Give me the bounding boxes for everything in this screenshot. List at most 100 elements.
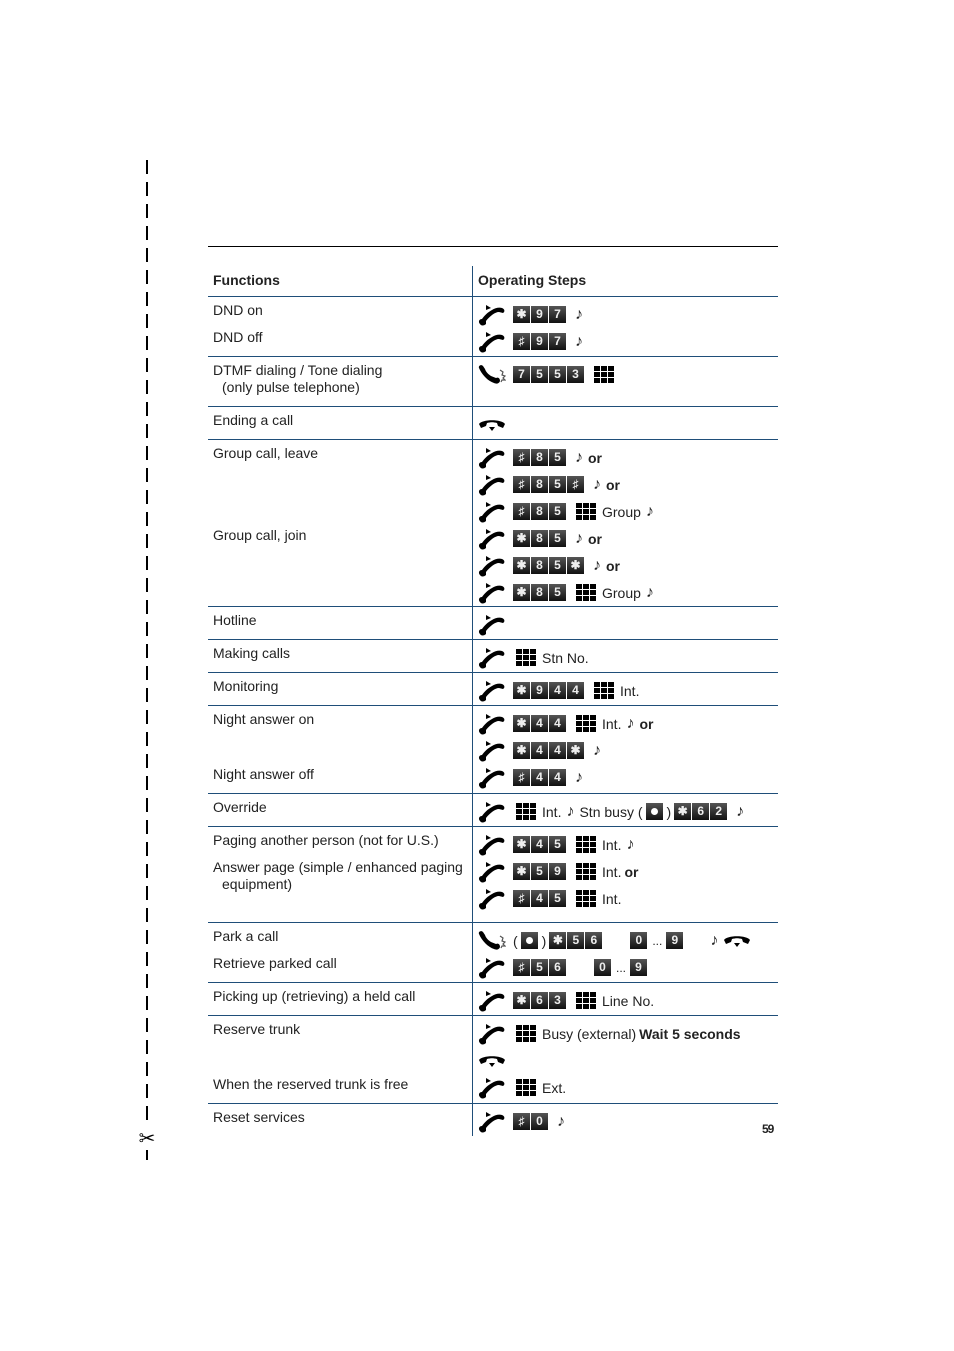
or-label: or [624,863,639,880]
function-label: Answer page (simple / enhanced paging [213,859,463,875]
function-label: When the reserved trunk is free [213,1076,409,1092]
table-row-reserve-trunk: Reserve trunk When the reserved trunk is … [208,1015,778,1104]
tone-icon: ♪ [736,802,745,820]
paren: ) [666,803,672,820]
key-hash: ♯ [513,769,530,786]
function-label: Night answer off [213,766,314,782]
function-label: Override [213,799,267,815]
table-row-pickup-held: Picking up (retrieving) a held call ✱ 6 3 L… [208,982,778,1016]
lift-handset-icon [478,447,506,469]
function-label: Hotline [213,612,257,628]
tone-icon: ♪ [593,556,601,574]
int-label: Int. [602,836,622,853]
table-row-dtmf: DTMF dialing / Tone dialing (only pulse t… [208,356,778,407]
keypad-icon [594,366,614,383]
tone-icon: ♪ [645,583,654,601]
paren: ) [541,932,547,949]
key-9: 9 [666,932,684,949]
keypad-icon [576,715,596,732]
lift-handset-icon [478,680,506,702]
lift-handset-icon [478,1023,506,1045]
function-label: Making calls [213,645,291,661]
key-0: 0 [630,932,648,949]
table-row-reset-services: Reset services ♯ 0 ♪ [208,1103,778,1136]
table-row-override: Override Int. ♪ Stn busy () ✱ 6 2 ♪ [208,793,778,827]
key-hash: ♯ [513,890,530,907]
key-8: 8 [531,557,548,574]
key-4: 4 [531,836,548,853]
or-label: or [606,476,620,493]
functions-table: Functions Operating Steps DND on DND off … [208,266,778,1136]
table-row-making-calls: Making calls Stn No. [208,639,778,673]
or-label: or [588,530,602,547]
lift-handset-icon [478,647,506,669]
key-5: 5 [549,449,566,466]
tone-icon: ♪ [575,305,583,323]
keypad-icon [576,503,596,520]
key-5: 5 [549,366,566,383]
keypad-icon [576,890,596,907]
lift-handset-icon [478,582,506,604]
tone-icon: ♪ [566,802,575,820]
function-label: (only pulse telephone) [222,379,360,395]
keypad-icon [516,649,536,666]
tone-icon: ♪ [575,768,583,786]
top-rule [208,246,778,247]
key-5: 5 [549,557,566,574]
key-star: ✱ [513,992,530,1009]
key-star: ✱ [513,863,530,880]
group-label: Group [602,503,641,520]
lift-handset-icon [478,990,506,1012]
key-5: 5 [549,890,566,907]
lift-handset-icon [478,555,506,577]
table-row-group-call: Group call, leave Group call, join ♯ 8 5 ♪ or… [208,439,778,607]
or-label: or [588,449,602,466]
key-hash: ♯ [513,503,530,520]
key-8: 8 [531,530,548,547]
key-star: ✱ [513,557,530,574]
key-7: 7 [513,366,530,383]
function-label: Group call, leave [213,445,319,461]
function-label: Retrieve parked call [213,955,337,971]
key-8: 8 [531,476,548,493]
key-star: ✱ [513,682,530,699]
keypad-icon [576,992,596,1009]
table-row-night-answer: Night answer on Night answer off ✱ 4 4 Int. ♪… [208,705,778,794]
key-0: 0 [594,959,611,976]
int-label: Int. [602,890,622,907]
key-4: 4 [549,682,566,699]
ext-label: Ext. [542,1079,567,1096]
lift-handset-icon [478,861,506,883]
tone-icon: ♪ [557,1112,565,1130]
key-2: 2 [710,803,728,820]
key-star: ✱ [674,803,692,820]
key-4: 4 [531,890,548,907]
key-6: 6 [549,959,566,976]
key-hash: ♯ [567,476,584,493]
key-5: 5 [549,584,566,601]
key-star: ✱ [513,530,530,547]
key-star: ✱ [567,742,584,759]
hang-up-icon [478,1050,506,1072]
lift-handset-icon [478,331,506,353]
key-4: 4 [531,742,548,759]
lift-handset-icon [478,304,506,326]
lift-handset-icon [478,474,506,496]
key-4: 4 [549,715,566,732]
function-label: Park a call [213,928,279,944]
keypad-icon [576,863,596,880]
function-label: Group call, join [213,527,307,543]
key-8: 8 [531,503,548,520]
key-star: ✱ [513,715,530,732]
key-4: 4 [531,769,548,786]
page-number: 59 [762,1122,774,1136]
lift-handset-icon [478,713,506,735]
lift-handset-icon [478,801,506,823]
function-label: DND on [213,302,263,318]
lift-handset-icon [478,501,506,523]
header-functions: Functions [208,266,473,297]
key-9: 9 [549,863,566,880]
key-5: 5 [531,366,548,383]
int-label: Int. [602,863,622,880]
hang-up-icon [478,414,506,436]
